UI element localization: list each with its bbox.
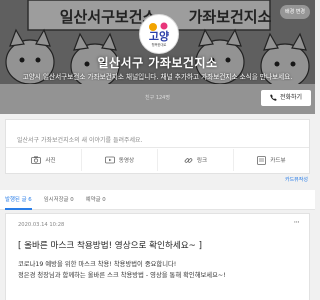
logo-text: 고양: [149, 29, 169, 43]
post-tabs: 발행된 글 6 임시저장글 0 예약글 0: [0, 190, 315, 210]
profile-logo[interactable]: 고양 행복한대로: [139, 14, 179, 54]
video-icon: [104, 156, 115, 164]
link-button[interactable]: 링크: [158, 149, 234, 171]
cover-banner: 일산서구보건소 가좌보건지소 배경 변경 고양 행복한대로 일산서구 가좌보건지…: [0, 0, 315, 114]
change-background-button[interactable]: 배경 변경: [280, 5, 310, 19]
link-icon: [184, 157, 193, 163]
tab-drafts[interactable]: 임시저장글 0: [44, 190, 74, 210]
video-label: 동영상: [118, 158, 135, 164]
link-label: 링크: [196, 158, 208, 164]
photo-button[interactable]: 사진: [6, 149, 82, 171]
channel-title: 일산서구 가좌보건지소: [97, 56, 218, 70]
post-text-line2: 정은경 청장님과 함께하는 올바른 스크 착용방법 - 영상을 통해 확인해보세…: [18, 272, 226, 279]
camera-icon: [31, 156, 42, 164]
channel-description: 고양시 일산서구보건소 가좌보건지소 채널입니다. 채널 추가하고 가좌보건지소…: [22, 73, 293, 81]
post-text-line1: 코로나19 예방을 위한 마스크 착용! 착용방법이 중요합니다!: [18, 261, 177, 268]
phone-icon: [270, 94, 277, 101]
tab-scheduled[interactable]: 예약글 0: [86, 190, 106, 210]
cardview-icon: [257, 155, 267, 165]
call-button-label: 전화하기: [279, 94, 303, 101]
card-write-link[interactable]: 카드뷰작성: [285, 176, 308, 183]
post-date: 2020.03.14 10:28: [18, 222, 65, 228]
post-heading[interactable]: [ 올바른 마스크 착용방법! 영상으로 확인하세요~ ]: [18, 239, 202, 251]
goyang-logo-icon: 고양 행복한대로: [141, 16, 177, 52]
composer-actions: 사진 동영상 링크 카드뷰: [6, 149, 309, 171]
post-composer: 일산서구 가좌보건지소의 새 이야기를 들려주세요. 사진 동영상 링크 카드뷰: [5, 119, 310, 174]
post-card: 2020.03.14 10:28 ··· [ 올바른 마스크 착용방법! 영상으…: [5, 213, 310, 300]
cardview-label: 카드뷰: [270, 158, 286, 164]
photo-label: 사진: [45, 158, 56, 164]
composer-input[interactable]: 일산서구 가좌보건지소의 새 이야기를 들려주세요.: [17, 135, 142, 144]
call-button[interactable]: 전화하기: [261, 90, 311, 106]
post-more-button[interactable]: ···: [293, 218, 300, 228]
logo-small-text: 행복한대로: [152, 42, 167, 47]
tab-published[interactable]: 발행된 글 6: [5, 190, 32, 210]
video-button[interactable]: 동영상: [82, 149, 158, 171]
cardview-button[interactable]: 카드뷰: [234, 149, 309, 171]
composer-divider: [6, 147, 309, 148]
